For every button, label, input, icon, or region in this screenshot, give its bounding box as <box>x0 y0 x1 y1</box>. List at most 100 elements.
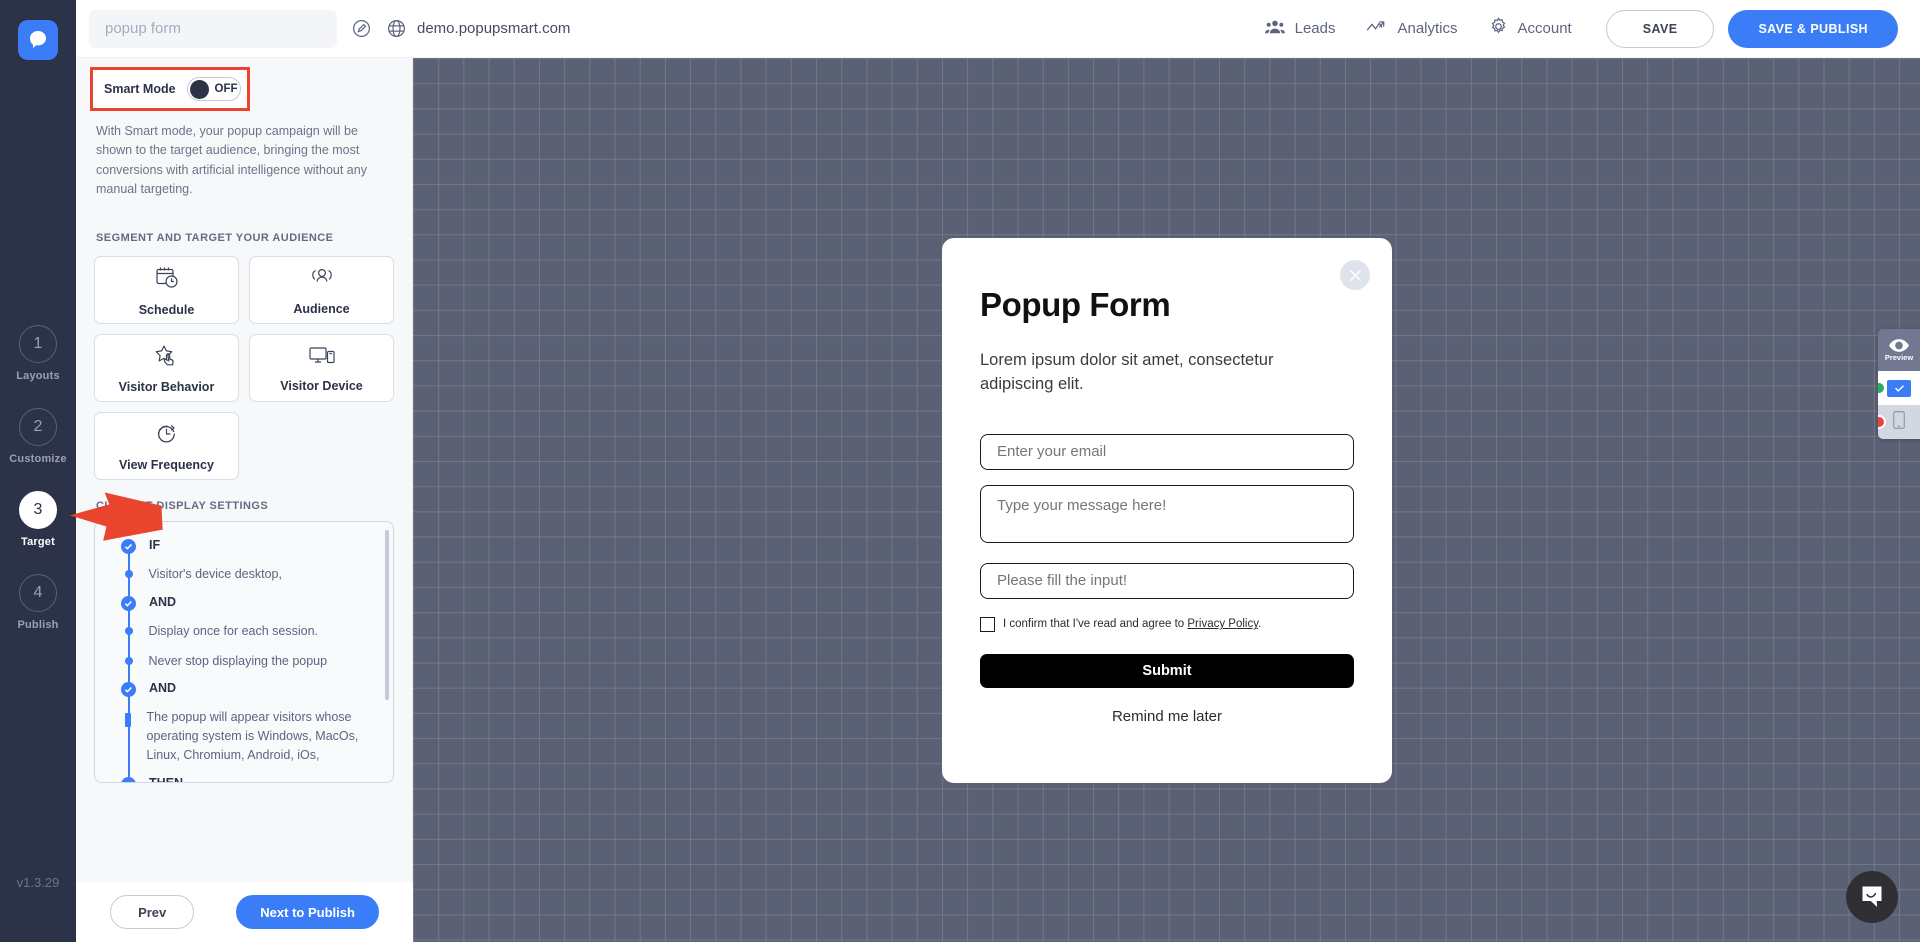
gear-icon <box>1488 16 1509 41</box>
left-rail: 1 Layouts 2 Customize 3 Target 4 Publish… <box>0 0 76 942</box>
consent-text-lead: I confirm that I've read and agree to <box>1003 618 1188 631</box>
remind-me-later-link[interactable]: Remind me later <box>980 708 1354 725</box>
card-audience[interactable]: Audience <box>249 256 394 324</box>
step-number: 1 <box>18 325 57 363</box>
panel-footer: Prev Next to Publish <box>76 882 413 942</box>
card-schedule[interactable]: Schedule <box>94 256 239 324</box>
people-group-icon <box>1264 18 1286 40</box>
smart-mode-highlight: Smart Mode OFF <box>90 67 250 111</box>
mobile-status-dot <box>1878 415 1886 429</box>
privacy-policy-link[interactable]: Privacy Policy <box>1187 618 1258 630</box>
condition-item-row[interactable]: Visitor's device desktop, <box>107 565 381 584</box>
consent-checkbox[interactable] <box>980 616 995 632</box>
card-label: Visitor Device <box>280 378 363 393</box>
smart-mode-description: With Smart mode, your popup campaign wil… <box>96 124 367 197</box>
card-label: Visitor Behavior <box>118 379 215 394</box>
step-label: Target <box>20 536 55 548</box>
bullet-dot-icon <box>124 570 133 578</box>
card-label: View Frequency <box>119 457 214 472</box>
card-visitor-device[interactable]: Visitor Device <box>249 334 394 402</box>
star-click-icon <box>153 343 181 374</box>
eye-icon <box>1889 338 1909 352</box>
globe-icon <box>386 18 407 39</box>
check-icon <box>121 776 136 782</box>
submit-button[interactable]: Submit <box>980 653 1354 688</box>
segment-section-title: SEGMENT AND TARGET YOUR AUDIENCE <box>96 232 334 244</box>
condition-text: Never stop displaying the popup <box>148 653 328 668</box>
card-visitor-behavior[interactable]: Visitor Behavior <box>94 334 239 402</box>
card-view-frequency[interactable]: View Frequency <box>94 412 239 480</box>
analytics-chart-icon <box>1365 18 1388 40</box>
clock-refresh-icon <box>153 421 181 452</box>
sidebar-step-target[interactable]: 3 Target <box>19 491 57 548</box>
prev-button[interactable]: Prev <box>110 895 195 929</box>
leads-label: Leads <box>1294 20 1336 37</box>
condition-item-row[interactable]: Never stop displaying the popup <box>107 652 381 671</box>
condition-keyword-row[interactable]: AND <box>107 595 381 611</box>
step-label: Publish <box>17 619 59 631</box>
campaign-name-input[interactable] <box>89 9 337 48</box>
device-desktop-option[interactable] <box>1878 371 1920 405</box>
edit-pencil-circle-icon[interactable] <box>351 18 372 39</box>
step-number: 3 <box>19 491 57 529</box>
desktop-icon <box>1887 379 1911 397</box>
chat-bubble-icon[interactable] <box>1846 871 1898 923</box>
check-icon <box>121 595 136 611</box>
step-label: Customize <box>9 453 67 465</box>
toggle-state-label: OFF <box>214 83 238 95</box>
sidebar-step-publish[interactable]: 4 Publish <box>17 574 58 631</box>
bullet-dot-icon <box>124 656 133 665</box>
header-actions: Leads Analytics Account SAVE SAVE & PUBL… <box>1234 9 1920 48</box>
save-button[interactable]: SAVE <box>1605 9 1715 48</box>
save-and-publish-button[interactable]: SAVE & PUBLISH <box>1728 9 1898 48</box>
consent-text: I confirm that I've read and agree to Pr… <box>1003 618 1261 630</box>
message-field[interactable] <box>980 484 1354 543</box>
conditions-scrollbar[interactable] <box>385 530 389 700</box>
panel-scroll-area: Smart Mode OFF With Smart mode, your pop… <box>76 58 412 882</box>
popup-subtitle: Lorem ipsum dolor sit amet, consectetur … <box>980 351 1274 393</box>
condition-keyword-row[interactable]: IF <box>107 538 381 554</box>
condition-item-row[interactable]: Display once for each session. <box>107 622 381 641</box>
consent-text-tail: . <box>1258 618 1262 631</box>
condition-keyword: AND <box>149 594 177 609</box>
device-switcher: Preview <box>1878 329 1920 439</box>
target-settings-panel: Smart Mode OFF With Smart mode, your pop… <box>76 58 413 942</box>
popupsmart-logo-icon[interactable] <box>18 20 58 60</box>
condition-text: The popup will appear visitors whose ope… <box>146 710 359 762</box>
smart-mode-toggle[interactable]: OFF <box>186 77 241 101</box>
condition-keyword-row[interactable]: THEN <box>107 776 381 782</box>
popup-title: Popup Form <box>980 286 1171 323</box>
condition-keyword: IF <box>149 538 161 552</box>
account-label: Account <box>1517 20 1572 37</box>
close-icon[interactable] <box>1340 260 1370 290</box>
device-mobile-option[interactable] <box>1878 405 1920 439</box>
popup-form-preview: Popup Form Lorem ipsum dolor sit amet, c… <box>942 238 1392 783</box>
generic-input-field[interactable] <box>980 562 1354 599</box>
conditions-inner: IF Visitor's device desktop, AND Display… <box>95 522 393 782</box>
monitor-phone-icon <box>307 344 337 373</box>
version-label: v1.3.29 <box>16 875 60 890</box>
next-to-publish-button[interactable]: Next to Publish <box>236 895 379 929</box>
site-url-label: demo.popupsmart.com <box>417 20 571 37</box>
account-link[interactable]: Account <box>1488 16 1572 41</box>
top-header: demo.popupsmart.com Leads <box>76 0 1920 58</box>
calendar-clock-icon <box>153 264 181 297</box>
bullet-dot-icon <box>124 626 133 635</box>
step-number: 2 <box>18 408 57 446</box>
sidebar-step-layouts[interactable]: 1 Layouts <box>16 325 60 382</box>
leads-link[interactable]: Leads <box>1264 18 1336 40</box>
condition-item-row[interactable]: The popup will appear visitors whose ope… <box>107 708 381 764</box>
condition-text: Display once for each session. <box>148 623 319 638</box>
sidebar-step-customize[interactable]: 2 Customize <box>9 408 67 465</box>
card-label: Audience <box>293 301 350 316</box>
current-display-settings-list: IF Visitor's device desktop, AND Display… <box>94 521 394 783</box>
bullet-dot-icon <box>124 713 131 728</box>
step-label: Layouts <box>16 370 60 382</box>
email-field[interactable] <box>980 433 1354 470</box>
analytics-link[interactable]: Analytics <box>1365 18 1458 40</box>
check-icon <box>121 539 136 554</box>
preview-button[interactable]: Preview <box>1878 329 1920 371</box>
desktop-status-dot <box>1878 381 1886 395</box>
condition-keyword-row[interactable]: AND <box>107 681 381 698</box>
wizard-steps: 1 Layouts 2 Customize 3 Target 4 Publish <box>0 325 76 631</box>
